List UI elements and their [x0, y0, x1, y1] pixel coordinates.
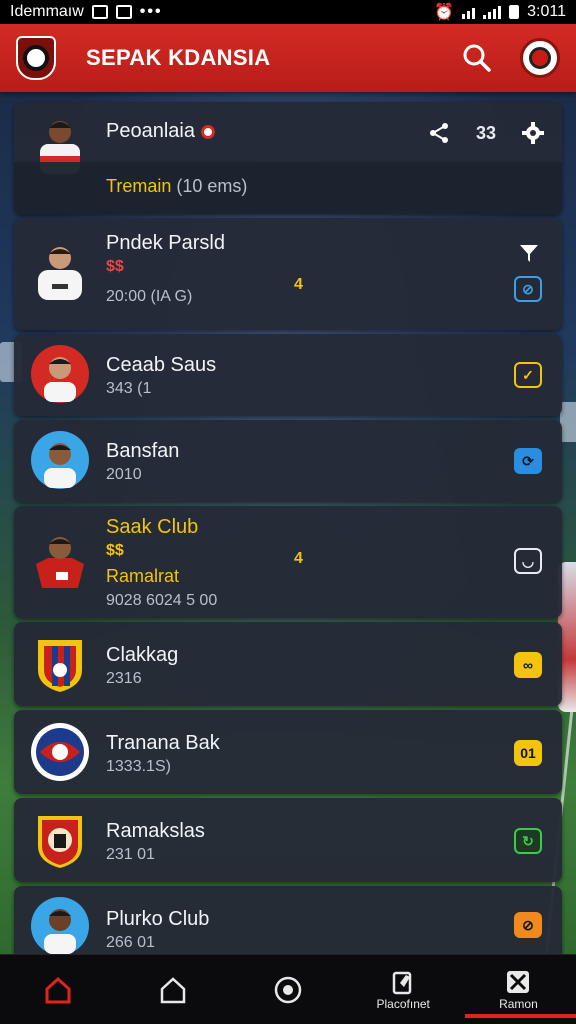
club-crest-icon[interactable] — [16, 36, 56, 80]
link-icon[interactable]: ⊘ — [514, 912, 542, 938]
more-dots-icon: ••• — [139, 3, 163, 20]
player-avatar — [30, 240, 90, 300]
item-meta: 20:00 (IA G) — [106, 288, 193, 305]
nav-house[interactable] — [115, 955, 230, 1024]
nav-tactics[interactable]: Ramon — [461, 955, 576, 1024]
alarm-icon: ⏰ — [434, 4, 455, 21]
item-name: Bansfan — [106, 440, 180, 462]
item-count: 4 — [294, 550, 303, 567]
item-meta: 2316 — [106, 670, 142, 687]
player-avatar — [30, 344, 90, 404]
list-item[interactable]: Plurko Club 266 01 ⊘ — [14, 886, 562, 960]
item-name: Ramakslas — [106, 820, 205, 842]
share-icon[interactable] — [428, 122, 450, 144]
player-avatar — [30, 430, 90, 490]
item-name: Tranana Bak — [106, 732, 220, 754]
remain-detail: (10 ems) — [176, 176, 248, 196]
list-item[interactable]: Pndek Parsld $$ 20:00 (IA G) 4 ⊘ — [14, 218, 562, 330]
photo-icon — [91, 5, 108, 19]
list-item[interactable]: Saak Club $$ Ramalrat 9028 6024 5 00 4 ◡ — [14, 506, 562, 618]
list-item[interactable]: Clakkag 2316 ∞ — [14, 622, 562, 706]
item-meta: 2010 — [106, 466, 142, 483]
featured-card[interactable]: Peoanlaia 33 Tremain (10 ems) — [14, 102, 562, 214]
item-meta: 266 01 — [106, 934, 155, 951]
player-avatar — [30, 532, 90, 592]
club-badge — [30, 634, 90, 694]
list-item[interactable]: Ceaab Saus 343 (1 ✓ — [14, 334, 562, 416]
clock-icon[interactable]: ◡ — [514, 548, 542, 574]
item-count: 4 — [294, 276, 303, 293]
refresh-icon[interactable]: ⊘ — [514, 276, 542, 302]
score-icon[interactable]: 01 — [514, 740, 542, 766]
status-bar: Idemmaıw ••• ⏰ 3:011 — [0, 0, 576, 24]
refresh-icon[interactable]: ⟳ — [514, 448, 542, 474]
item-price: $$ — [106, 258, 124, 275]
item-name: Clakkag — [106, 644, 179, 666]
home-icon — [45, 976, 71, 1003]
tactics-icon — [507, 970, 530, 993]
nav-clipboard-label: Placofınet — [376, 996, 430, 1011]
nav-tactics-label: Ramon — [499, 996, 538, 1011]
club-list: Peoanlaia 33 Tremain (10 ems) Pndek Pars… — [14, 102, 562, 964]
item-meta: 343 (1 — [106, 380, 152, 397]
app-title: SEPAK KDANSIA — [86, 45, 271, 70]
remain-line: Tremain (10 ems) — [106, 176, 247, 197]
item-meta: 231 01 — [106, 846, 155, 863]
sync-icon[interactable]: ↻ — [514, 828, 542, 854]
bottom-nav: Placofınet Ramon — [0, 954, 576, 1024]
active-tab-indicator — [464, 1014, 576, 1018]
clipboard-icon — [392, 971, 412, 994]
app-header: SEPAK KDANSIA — [0, 24, 576, 92]
wifi-icon — [462, 5, 476, 19]
item-meta: 1333.1S) — [106, 758, 171, 775]
item-price: $$ — [106, 542, 124, 559]
item-subtitle: Ramalrat — [106, 566, 180, 586]
item-name: Pndek Parsld — [106, 232, 225, 254]
club-badge — [30, 810, 90, 870]
nav-home[interactable] — [0, 955, 115, 1024]
item-name: Saak Club — [106, 516, 199, 538]
club-mini-badge-icon — [200, 124, 215, 139]
player-avatar — [30, 896, 90, 956]
item-name: Ceaab Saus — [106, 354, 217, 376]
binoculars-icon[interactable]: ∞ — [514, 652, 542, 678]
nav-record[interactable] — [230, 955, 345, 1024]
list-item[interactable]: Tranana Bak 1333.1S) 01 — [14, 710, 562, 794]
filter-icon[interactable] — [518, 242, 540, 264]
image-icon — [115, 5, 132, 19]
remain-strip — [14, 162, 562, 214]
battery-icon — [509, 5, 520, 19]
profile-badge-icon[interactable] — [520, 38, 560, 78]
clock-time: 3:011 — [527, 3, 566, 20]
nav-clipboard[interactable]: Placofınet — [346, 955, 461, 1024]
check-icon[interactable]: ✓ — [514, 362, 542, 388]
count-label[interactable]: 33 — [476, 123, 496, 144]
remain-label: Tremain — [106, 176, 172, 196]
item-name: Plurko Club — [106, 908, 210, 930]
house-outline-icon — [160, 976, 186, 1003]
settings-icon[interactable] — [522, 122, 544, 144]
featured-name: Peoanlaia — [106, 120, 215, 143]
signal-icon — [483, 5, 502, 19]
item-meta: 9028 6024 5 00 — [106, 592, 218, 609]
record-icon — [274, 976, 302, 1003]
carrier-text: Idemmaıw — [10, 3, 84, 20]
list-item[interactable]: Ramakslas 231 01 ↻ — [14, 798, 562, 882]
list-item[interactable]: Bansfan 2010 ⟳ — [14, 420, 562, 502]
club-badge — [30, 722, 90, 782]
search-icon[interactable] — [462, 43, 492, 73]
